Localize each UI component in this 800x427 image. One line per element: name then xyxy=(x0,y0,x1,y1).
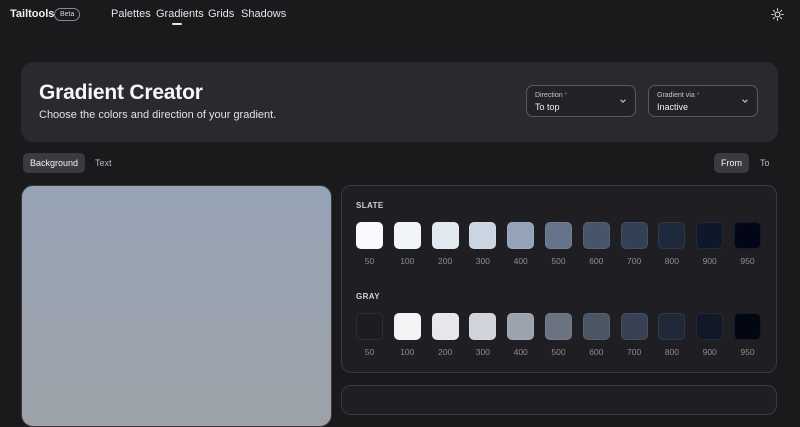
gradient-header-card: Gradient Creator Choose the colors and d… xyxy=(21,62,778,142)
color-swatch[interactable] xyxy=(658,222,686,249)
color-swatch[interactable] xyxy=(582,222,610,249)
color-swatch[interactable] xyxy=(696,222,724,249)
page-title: Gradient Creator xyxy=(39,81,203,104)
nav-active-indicator xyxy=(172,23,182,25)
tab-to[interactable]: To xyxy=(753,153,777,173)
shade-label: 900 xyxy=(702,347,717,357)
shade-label: 700 xyxy=(627,347,642,357)
direction-value: To top xyxy=(535,102,560,112)
color-swatch[interactable] xyxy=(469,222,497,249)
color-swatch[interactable] xyxy=(507,222,535,249)
shade-label: 100 xyxy=(400,256,415,266)
tab-background[interactable]: Background xyxy=(23,153,86,173)
nav-link-grids[interactable]: Grids xyxy=(208,8,234,20)
page-subtitle: Choose the colors and direction of your … xyxy=(39,109,277,121)
nav-link-shadows[interactable]: Shadows xyxy=(241,8,286,20)
shade-label: 500 xyxy=(551,347,566,357)
shade-label: 800 xyxy=(664,256,679,266)
logo[interactable]: Tailtools xyxy=(10,8,54,20)
shade-label: 100 xyxy=(400,347,415,357)
shade-label: 50 xyxy=(364,256,375,266)
shade-label: 50 xyxy=(364,347,375,357)
chevron-down-icon xyxy=(620,99,626,103)
color-swatch[interactable] xyxy=(507,313,535,340)
beta-badge: Beta xyxy=(54,8,81,21)
color-swatch[interactable] xyxy=(431,222,459,249)
color-swatch[interactable] xyxy=(620,222,648,249)
direction-select[interactable]: Direction * To top xyxy=(526,85,636,117)
color-swatch[interactable] xyxy=(734,313,761,340)
shade-label: 950 xyxy=(740,256,755,266)
output-card xyxy=(341,385,777,415)
sun-icon[interactable] xyxy=(771,8,784,21)
gradient-via-value: Inactive xyxy=(657,102,689,112)
chevron-down-icon xyxy=(742,99,748,103)
color-swatch[interactable] xyxy=(696,313,724,340)
shade-label: 500 xyxy=(551,256,566,266)
tab-from[interactable]: From xyxy=(714,153,749,173)
shade-label: 600 xyxy=(589,256,604,266)
shade-label: 700 xyxy=(627,256,642,266)
shade-label: 950 xyxy=(740,347,755,357)
shade-label: 300 xyxy=(475,256,490,266)
nav-link-gradients[interactable]: Gradients xyxy=(156,8,204,20)
shade-label: 800 xyxy=(664,347,679,357)
color-swatch[interactable] xyxy=(545,222,572,249)
color-swatch[interactable] xyxy=(469,313,497,340)
color-swatch[interactable] xyxy=(658,313,686,340)
shade-label: 400 xyxy=(513,347,528,357)
shade-label: 300 xyxy=(475,347,490,357)
gradient-via-label: Gradient via * xyxy=(657,92,700,99)
top-nav: Tailtools Beta Palettes Gradients Grids … xyxy=(0,0,800,30)
shade-label: 200 xyxy=(438,256,453,266)
tab-text[interactable]: Text xyxy=(88,153,119,173)
color-swatch[interactable] xyxy=(356,222,383,249)
color-swatch[interactable] xyxy=(734,222,761,249)
color-swatch[interactable] xyxy=(582,313,610,340)
palette-name: GRAY xyxy=(356,292,380,301)
color-swatch[interactable] xyxy=(393,222,421,249)
color-swatch[interactable] xyxy=(356,313,383,340)
shade-label: 200 xyxy=(438,347,453,357)
color-swatch[interactable] xyxy=(431,313,459,340)
nav-link-palettes[interactable]: Palettes xyxy=(111,8,151,20)
color-swatch[interactable] xyxy=(393,313,421,340)
gradient-via-select[interactable]: Gradient via * Inactive xyxy=(648,85,758,117)
direction-label: Direction * xyxy=(535,92,568,99)
shade-label: 600 xyxy=(589,347,604,357)
shade-label: 900 xyxy=(702,256,717,266)
shade-label: 400 xyxy=(513,256,528,266)
gradient-preview xyxy=(21,185,332,427)
color-swatch[interactable] xyxy=(545,313,572,340)
palette-name: SLATE xyxy=(356,201,384,210)
color-palette-card: SLATE 50 100 200 300 400 500 600 700 800 900 950 GRA… xyxy=(341,185,777,373)
color-swatch[interactable] xyxy=(620,313,648,340)
